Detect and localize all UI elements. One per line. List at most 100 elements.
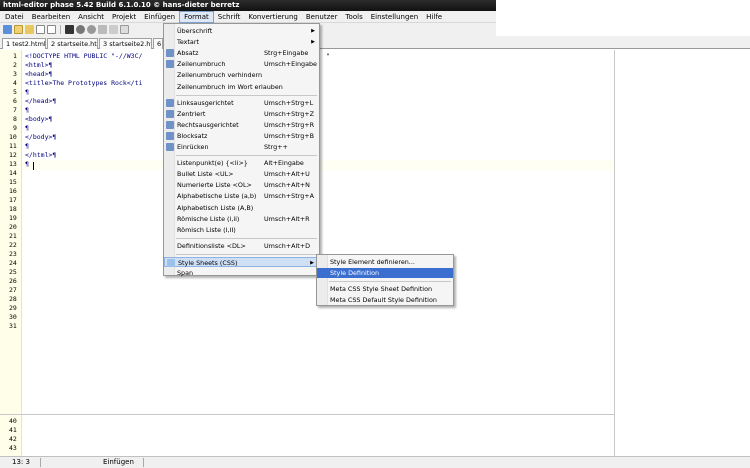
tab-number: 3 xyxy=(103,40,108,48)
menu-item-label: Style Element definieren... xyxy=(330,258,415,266)
line-number: 30 xyxy=(9,313,17,321)
menu-item-alphabetische-liste-a-b[interactable]: Alphabetische Liste (a,b) Umsch+Strg+A xyxy=(164,191,319,201)
menu-separator xyxy=(329,281,451,283)
menu-item-listenpunkt-e-li[interactable]: Listenpunkt(e) {<li>} Alt+Eingabe xyxy=(164,158,319,168)
line-number: 29 xyxy=(9,304,17,312)
print-icon[interactable] xyxy=(98,25,107,34)
menu-einstellungen[interactable]: Einstellungen xyxy=(367,11,422,23)
toolbar-separator xyxy=(60,25,61,34)
menu-schrift[interactable]: Schrift xyxy=(214,11,245,23)
save-icon[interactable] xyxy=(65,25,74,34)
submenu-arrow-icon: ▶ xyxy=(310,259,314,266)
tab-label: startseite2.html xyxy=(109,40,151,48)
menu-item-shortcut: Umsch+Strg+Z xyxy=(264,109,315,118)
menu-item-bullet-liste-ul[interactable]: Bullet Liste <UL> Umsch+Alt+U xyxy=(164,169,319,179)
menu-item-alphabetisch-liste-a-b[interactable]: Alphabetisch Liste (A,B) xyxy=(164,203,319,213)
menu-item-numerierte-liste-ol[interactable]: Numerierte Liste <OL> Umsch+Alt+N xyxy=(164,180,319,190)
window-title: html-editor phase 5.42 Build 6.1.0.10 © … xyxy=(0,0,496,11)
cursor-position: 13: 3 xyxy=(12,458,30,466)
menu-item-römisch-liste-i-ii[interactable]: Römisch Liste (I,II) xyxy=(164,225,319,235)
menu-datei[interactable]: Datei xyxy=(1,11,28,23)
menu-item-textart[interactable]: Textart ▶ xyxy=(164,37,319,47)
line-number: 8 xyxy=(13,115,17,123)
menu-item-style-sheets-css[interactable]: Style Sheets (CSS) ▶ xyxy=(164,256,319,267)
tab-startseite2[interactable]: 3 startseite2.html xyxy=(99,38,152,49)
paste-icon[interactable] xyxy=(120,25,129,34)
line-number: 10 xyxy=(9,133,17,141)
new-file-icon[interactable] xyxy=(3,25,12,34)
open-folder-icon[interactable] xyxy=(14,25,23,34)
insert-mode: Einfügen xyxy=(103,458,134,466)
menu-item-shortcut: Umsch+Strg+L xyxy=(264,98,314,107)
menu-projekt[interactable]: Projekt xyxy=(108,11,140,23)
line-number: 4 xyxy=(13,79,17,87)
line-number: 43 xyxy=(9,444,17,452)
menu-item-überschrift[interactable]: Überschrift ▶ xyxy=(164,26,319,36)
menu-item-linksausgerichtet[interactable]: Linksausgerichtet Umsch+Strg+L xyxy=(164,98,319,108)
line-number: 7 xyxy=(13,106,17,114)
menu-item-zentriert[interactable]: Zentriert Umsch+Strg+Z xyxy=(164,109,319,119)
menu-tools[interactable]: Tools xyxy=(341,11,366,23)
menu-item-rechtsausgerichtet[interactable]: Rechtsausgerichtet Umsch+Strg+R xyxy=(164,120,319,130)
status-separator xyxy=(143,458,144,467)
menu-item-zeilenumbruch-im-wort-erlauben[interactable]: Zeilenumbruch im Wort erlauben xyxy=(164,82,319,92)
code-line: <html>¶ xyxy=(25,61,53,69)
menu-item-einrücken[interactable]: Einrücken Strg++ xyxy=(164,142,319,152)
preview-icon[interactable] xyxy=(87,25,96,34)
desktop-area xyxy=(496,0,750,36)
menu-item-zeilenumbruch-verhindern[interactable]: Zeilenumbruch verhindern xyxy=(164,70,319,80)
status-separator xyxy=(40,458,41,467)
menu-item-label: Definitionsliste <DL> xyxy=(177,241,246,250)
split-editor-pane[interactable]: 40 41 42 43 xyxy=(0,414,614,456)
globe-icon[interactable] xyxy=(76,25,85,34)
menu-item-zeilenumbruch[interactable]: Zeilenumbruch Umsch+Eingabe xyxy=(164,59,319,69)
open-project-icon[interactable] xyxy=(25,25,34,34)
justify-icon xyxy=(166,131,174,140)
menu-item-label: Absatz xyxy=(177,49,199,58)
menu-separator xyxy=(176,155,317,157)
menu-item-blocksatz[interactable]: Blocksatz Umsch+Strg+B xyxy=(164,131,319,141)
line-number: 18 xyxy=(9,205,17,213)
menu-format[interactable]: Format xyxy=(179,10,214,23)
menu-benutzer[interactable]: Benutzer xyxy=(302,11,342,23)
line-number: 3 xyxy=(13,70,17,78)
copy-document-icon[interactable] xyxy=(47,25,56,34)
css-icon xyxy=(167,258,175,267)
line-number: 40 xyxy=(9,417,17,425)
menu-item-label: Römisch Liste (I,II) xyxy=(177,225,236,234)
menu-item-label: Textart xyxy=(177,38,199,47)
tab-more[interactable]: 6 xyxy=(153,38,163,49)
code-line: <head>¶ xyxy=(25,70,53,78)
menu-item-label: Span xyxy=(177,269,194,277)
menu-item-span[interactable]: Span xyxy=(164,268,319,278)
menu-bearbeiten[interactable]: Bearbeiten xyxy=(28,11,74,23)
tab-test2[interactable]: 1 test2.html xyxy=(2,38,46,49)
line-number: 23 xyxy=(9,250,17,258)
menu-item-style-element-definieren[interactable]: Style Element definieren... xyxy=(317,257,453,267)
new-document-icon[interactable] xyxy=(36,25,45,34)
menu-item-label: Römische Liste (i,ii) xyxy=(177,214,240,223)
menu-item-shortcut: Umsch+Strg+R xyxy=(264,120,315,129)
menu-item-absatz[interactable]: Absatz Strg+Eingabe xyxy=(164,48,319,58)
tab-startseite[interactable]: 2 startseite.html xyxy=(47,38,98,49)
menu-item-style-definition[interactable]: Style Definition xyxy=(317,268,453,279)
menu-ansicht[interactable]: Ansicht xyxy=(74,11,108,23)
menu-item-definitionsliste-dl[interactable]: Definitionsliste <DL> Umsch+Alt+D xyxy=(164,241,319,251)
menu-item-meta-css-style-sheet-definition[interactable]: Meta CSS Style Sheet Definition xyxy=(317,284,453,294)
line-number: 20 xyxy=(9,223,17,231)
line-number: 16 xyxy=(9,187,17,195)
line-number: 6 xyxy=(13,97,17,105)
menu-konvertierung[interactable]: Konvertierung xyxy=(244,11,301,23)
line-number: 13 xyxy=(9,160,17,168)
line-number: 21 xyxy=(9,232,17,240)
line-number: 9 xyxy=(13,124,17,132)
menu-item-shortcut: Umsch+Alt+N xyxy=(264,181,310,190)
menu-item-meta-css-default-style-definition[interactable]: Meta CSS Default Style Definition xyxy=(317,295,453,305)
menu-einfuegen[interactable]: Einfügen xyxy=(140,11,179,23)
menu-item-shortcut: Umsch+Eingabe xyxy=(264,60,317,69)
menu-item-römische-liste-i-ii[interactable]: Römische Liste (i,ii) Umsch+Alt+R xyxy=(164,214,319,224)
align-right-icon xyxy=(166,120,174,129)
menu-item-shortcut: Strg++ xyxy=(264,143,288,151)
menu-hilfe[interactable]: Hilfe xyxy=(422,11,446,23)
cut-icon[interactable] xyxy=(109,25,118,34)
